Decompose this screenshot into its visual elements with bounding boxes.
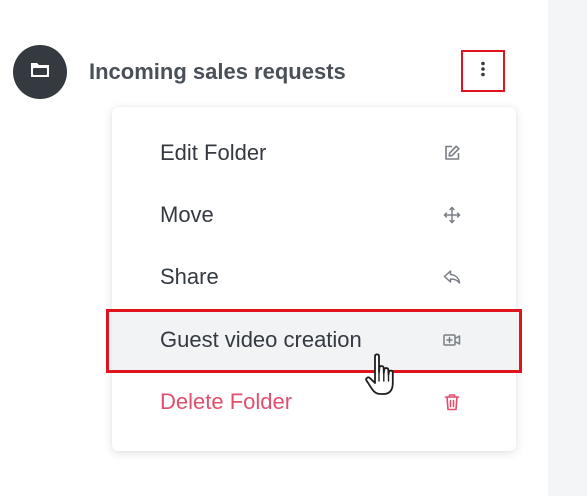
edit-icon	[442, 143, 462, 163]
menu-item-label: Move	[160, 202, 214, 227]
video-add-icon	[442, 330, 462, 350]
menu-item-edit-folder[interactable]: Edit Folder	[112, 123, 516, 183]
menu-item-label: Share	[160, 264, 219, 289]
folder-header: Incoming sales requests	[13, 45, 346, 99]
folder-title: Incoming sales requests	[89, 59, 346, 84]
folder-icon	[29, 61, 51, 84]
share-icon	[442, 267, 462, 287]
menu-item-move[interactable]: Move	[112, 185, 516, 245]
menu-item-label: Edit Folder	[160, 140, 267, 165]
folder-options-button[interactable]	[461, 50, 505, 92]
move-icon	[442, 205, 462, 225]
content-panel	[548, 0, 587, 496]
hand-pointer-icon	[362, 352, 402, 404]
page: Incoming sales requests Edit Folder Move	[0, 0, 587, 496]
menu-item-share[interactable]: Share	[112, 247, 516, 307]
folder-avatar	[13, 45, 67, 99]
menu-item-label: Delete Folder	[160, 389, 293, 414]
folder-options-menu: Edit Folder Move Share Guest video creat…	[112, 107, 516, 451]
menu-item-guest-video-creation[interactable]: Guest video creation	[112, 310, 516, 370]
kebab-menu-icon	[480, 61, 486, 82]
menu-item-label: Guest video creation	[160, 327, 362, 352]
trash-icon	[442, 392, 462, 412]
menu-item-delete-folder[interactable]: Delete Folder	[112, 372, 516, 432]
